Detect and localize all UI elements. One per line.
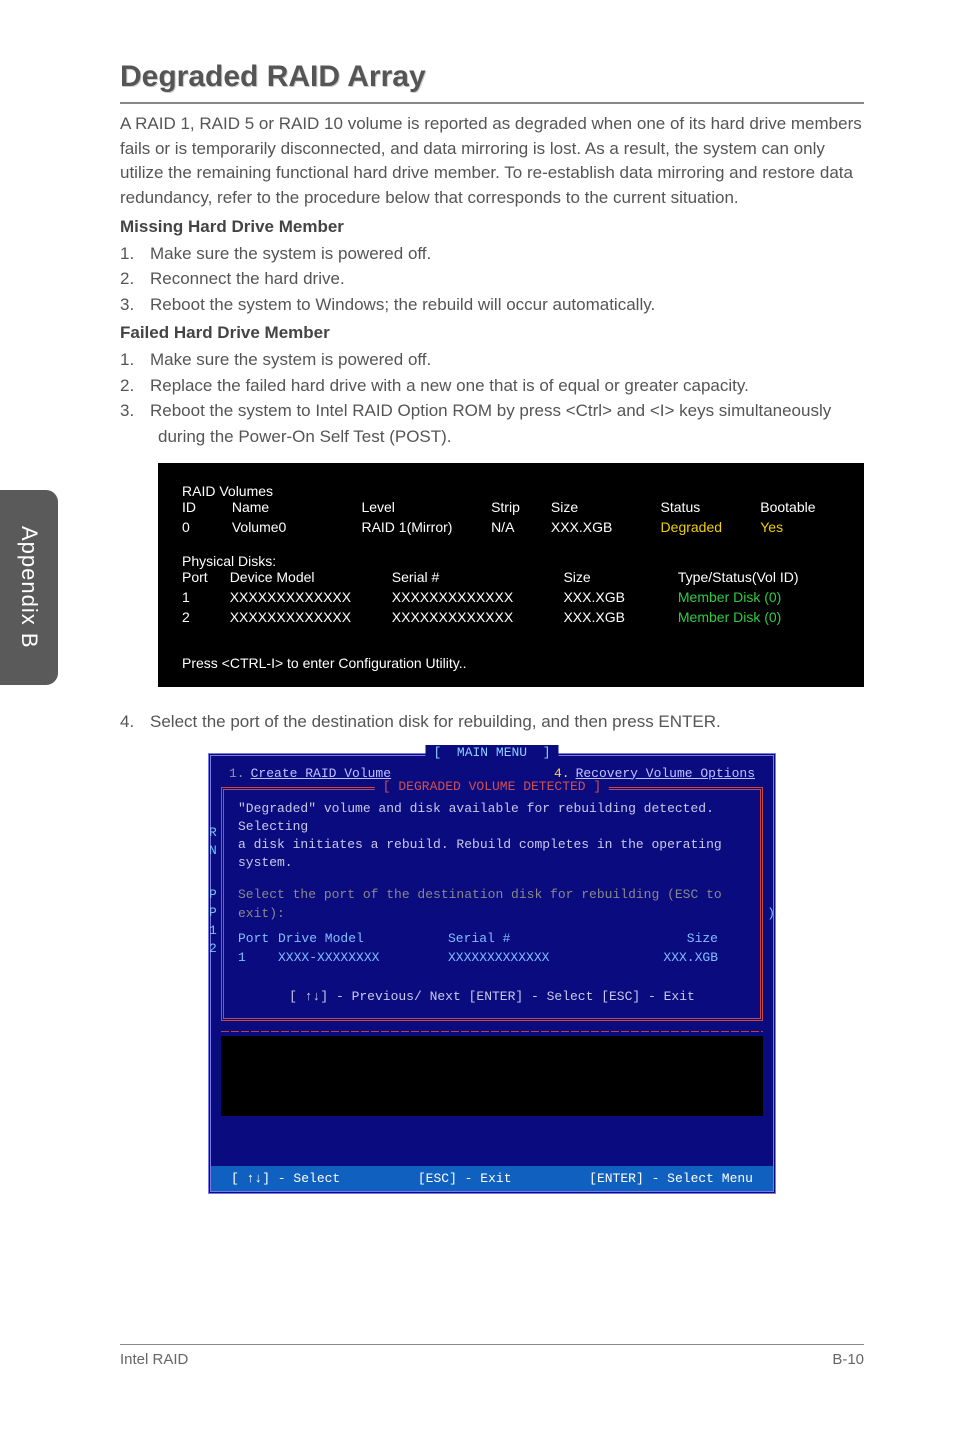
- missing-drive-subhead: Missing Hard Drive Member: [120, 217, 864, 237]
- raid-header-row: ID Name Level Strip Size Status Bootable: [182, 499, 840, 515]
- intro-paragraph: A RAID 1, RAID 5 or RAID 10 volume is re…: [120, 112, 864, 211]
- missing-drive-steps: 1.Make sure the system is powered off. 2…: [120, 241, 864, 318]
- physical-disks-title: Physical Disks:: [182, 553, 840, 569]
- keybar-exit: [ESC] - Exit: [418, 1171, 512, 1186]
- menu-create-raid[interactable]: 1.Create RAID Volume: [229, 766, 391, 781]
- failed-drive-subhead: Failed Hard Drive Member: [120, 323, 864, 343]
- red-strike-line: [221, 1031, 763, 1032]
- appendix-label: Appendix B: [16, 526, 42, 649]
- keybar-select-menu: [ENTER] - Select Menu: [589, 1171, 753, 1186]
- main-menu-title: [ MAIN MENU ]: [425, 745, 558, 760]
- bottom-keybar: [ ↑↓] - Select [ESC] - Exit [ENTER] - Se…: [211, 1166, 773, 1191]
- raid-data-row: 0 Volume0 RAID 1(Mirror) N/A XXX.XGB Deg…: [182, 519, 840, 535]
- port-row-1[interactable]: 1 XXXX-XXXXXXXX XXXXXXXXXXXXX XXX.XGB: [238, 950, 746, 965]
- degraded-dialog-title: [ DEGRADED VOLUME DETECTED ]: [375, 779, 609, 794]
- appendix-side-tab: Appendix B: [0, 490, 58, 685]
- section-heading: Degraded RAID Array: [120, 60, 864, 104]
- phys-row-2: 2 XXXXXXXXXXXXX XXXXXXXXXXXXX XXX.XGB Me…: [182, 609, 840, 625]
- failed-drive-steps: 1.Make sure the system is powered off. 2…: [120, 347, 864, 449]
- raid-status-screen: RAID Volumes ID Name Level Strip Size St…: [158, 463, 864, 687]
- keybar-select: [ ↑↓] - Select: [231, 1171, 340, 1186]
- degraded-msg-1: "Degraded" volume and disk available for…: [238, 800, 746, 836]
- inner-keybar: [ ↑↓] - Previous/ Next [ENTER] - Select …: [238, 989, 746, 1004]
- raid-volumes-title: RAID Volumes: [182, 483, 840, 499]
- phys-header-row: Port Device Model Serial # Size Type/Sta…: [182, 569, 840, 585]
- step-4: 4.Select the port of the destination dis…: [120, 709, 864, 735]
- port-header: Port Drive Model Serial # Size: [238, 931, 746, 946]
- footer-left: Intel RAID: [120, 1351, 188, 1368]
- press-ctrl-i: Press <CTRL-I> to enter Configuration Ut…: [182, 655, 840, 671]
- phys-row-1: 1 XXXXXXXXXXXXX XXXXXXXXXXXXX XXX.XGB Me…: [182, 589, 840, 605]
- bios-main-menu: [ MAIN MENU ] RN PP12 ) 1.Create RAID Vo…: [208, 753, 776, 1194]
- degraded-msg-2: a disk initiates a rebuild. Rebuild comp…: [238, 836, 746, 872]
- footer-right: B-10: [832, 1351, 864, 1368]
- degraded-dialog: [ DEGRADED VOLUME DETECTED ] "Degraded" …: [221, 787, 763, 1021]
- middle-black-area: [221, 1036, 763, 1116]
- page-footer: Intel RAID B-10: [120, 1344, 864, 1368]
- degraded-msg-3: Select the port of the destination disk …: [238, 886, 746, 922]
